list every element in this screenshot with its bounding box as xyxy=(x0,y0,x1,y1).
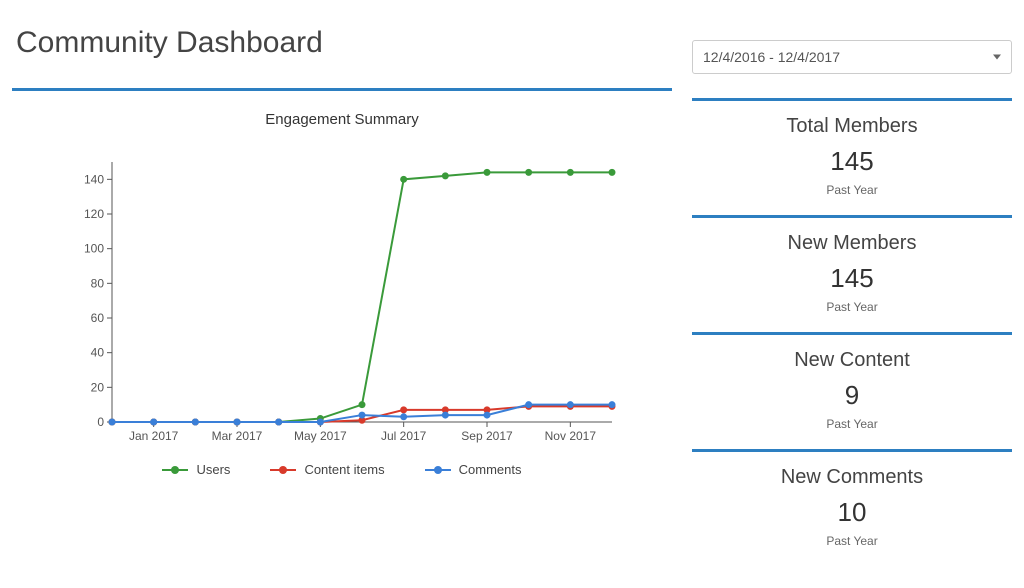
svg-text:40: 40 xyxy=(91,346,105,360)
stat-total-members: Total Members 145 Past Year xyxy=(692,101,1012,211)
legend-label: Content items xyxy=(304,462,384,477)
stat-new-members: New Members 145 Past Year xyxy=(692,218,1012,328)
svg-text:140: 140 xyxy=(84,172,104,186)
svg-text:May 2017: May 2017 xyxy=(294,429,347,443)
stat-sub: Past Year xyxy=(692,300,1012,314)
stat-value: 9 xyxy=(692,380,1012,411)
legend-users: Users xyxy=(162,462,230,477)
date-range-value: 12/4/2016 - 12/4/2017 xyxy=(703,49,840,65)
svg-text:Sep 2017: Sep 2017 xyxy=(461,429,513,443)
chart-plot: 0 20 40 60 80 100 120 140 Jan 2017 Mar 2017 May 20… xyxy=(62,152,622,452)
svg-text:0: 0 xyxy=(97,415,104,429)
legend-label: Comments xyxy=(459,462,522,477)
legend-content: Content items xyxy=(270,462,384,477)
legend-comments: Comments xyxy=(425,462,522,477)
date-range-select[interactable]: 12/4/2016 - 12/4/2017 xyxy=(692,40,1012,74)
svg-text:120: 120 xyxy=(84,207,104,221)
stat-new-comments: New Comments 10 Past Year xyxy=(692,452,1012,562)
engagement-chart: Engagement Summary 0 20 40 60 80 100 120 140 Jan… xyxy=(12,91,672,487)
legend-label: Users xyxy=(196,462,230,477)
stat-label: New Members xyxy=(692,232,1012,255)
stat-sub: Past Year xyxy=(692,417,1012,431)
chart-title: Engagement Summary xyxy=(12,111,672,128)
svg-text:Jan 2017: Jan 2017 xyxy=(129,429,179,443)
svg-text:Jul 2017: Jul 2017 xyxy=(381,429,427,443)
svg-text:80: 80 xyxy=(91,276,105,290)
stat-value: 145 xyxy=(692,146,1012,177)
stat-value: 145 xyxy=(692,263,1012,294)
chart-legend: Users Content items Comments xyxy=(12,462,672,477)
stat-value: 10 xyxy=(692,497,1012,528)
svg-text:60: 60 xyxy=(91,311,105,325)
stat-sub: Past Year xyxy=(692,534,1012,548)
svg-text:Mar 2017: Mar 2017 xyxy=(212,429,263,443)
legend-swatch-users xyxy=(162,469,188,471)
stat-new-content: New Content 9 Past Year xyxy=(692,335,1012,445)
stat-label: New Comments xyxy=(692,466,1012,489)
svg-text:Nov 2017: Nov 2017 xyxy=(545,429,597,443)
stat-sub: Past Year xyxy=(692,183,1012,197)
chevron-down-icon xyxy=(993,55,1001,60)
stat-label: New Content xyxy=(692,349,1012,372)
legend-swatch-comments xyxy=(425,469,451,471)
stat-label: Total Members xyxy=(692,115,1012,138)
legend-swatch-content xyxy=(270,469,296,471)
svg-text:20: 20 xyxy=(91,380,105,394)
page-title: Community Dashboard xyxy=(16,26,672,60)
svg-text:100: 100 xyxy=(84,242,104,256)
